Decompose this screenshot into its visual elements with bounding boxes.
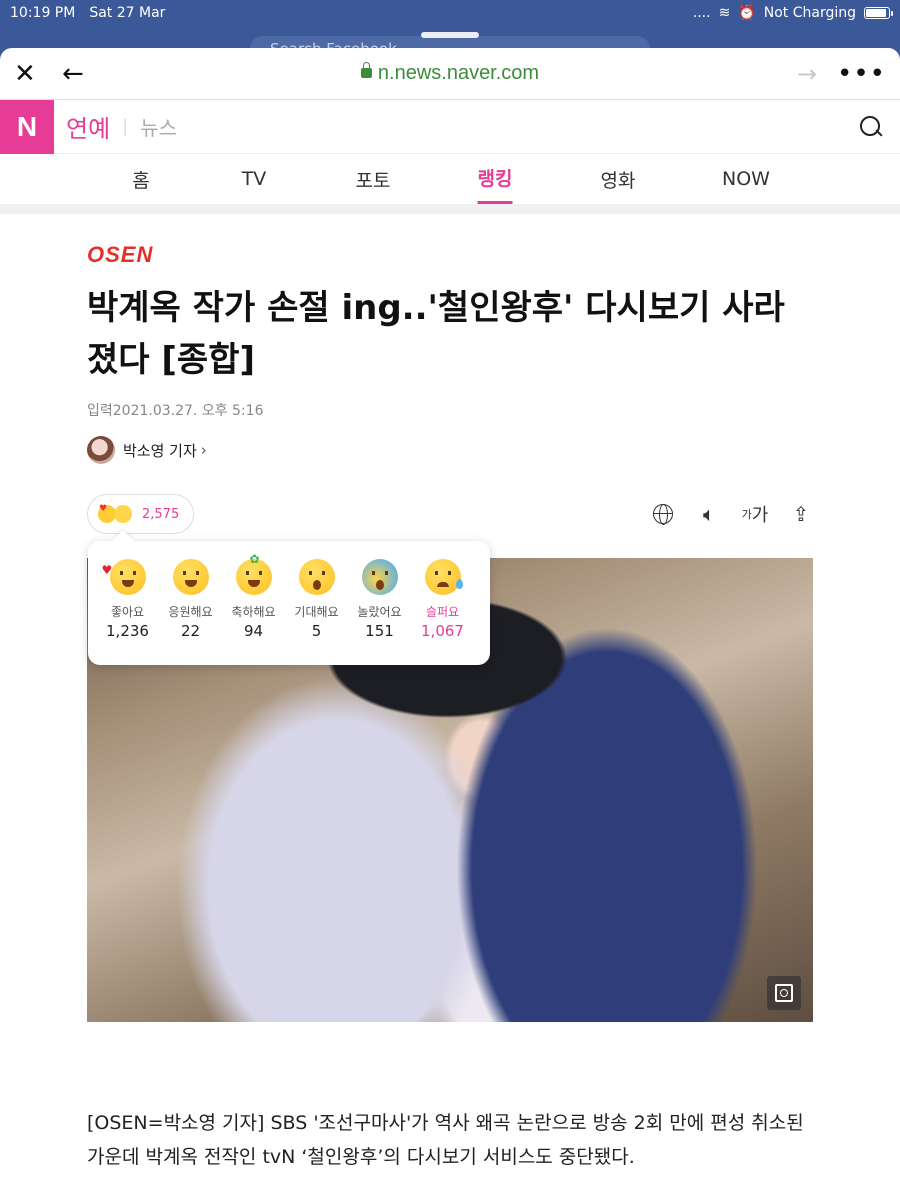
sad-emoji-icon — [114, 505, 132, 523]
body-line-1: [OSEN=박소영 기자] SBS '조선구마사'가 역사 왜곡 논란으로 방송… — [87, 1112, 804, 1134]
reaction-count: 5 — [311, 622, 322, 640]
reaction-label: 축하해요 — [231, 605, 276, 619]
font-size-large-glyph: 가 — [751, 505, 769, 526]
like-emoji-icon: ♥ — [102, 559, 146, 595]
wifi-icon: ≋ — [718, 5, 731, 21]
reaction-label: 기대해요 — [294, 605, 339, 619]
share-icon[interactable]: ⇪ — [789, 502, 813, 526]
naver-logo[interactable]: N — [0, 99, 54, 154]
publish-date: 입력2021.03.27. 오후 5:16 — [87, 400, 813, 420]
tab-now[interactable]: NOW — [722, 154, 770, 204]
lock-icon — [360, 62, 372, 78]
date-label: 입력 — [87, 403, 113, 419]
zoom-icon[interactable] — [767, 976, 801, 1010]
chevron-right-icon: › — [200, 441, 207, 459]
cheer-emoji-icon — [172, 559, 209, 595]
status-time: 10:19 PM — [10, 5, 76, 21]
more-icon[interactable]: ••• — [837, 59, 886, 89]
congrats-emoji-icon: ✿ — [235, 552, 272, 595]
battery-icon — [864, 7, 893, 19]
site-header: N 연예 | 뉴스 — [0, 99, 900, 154]
reaction-total: 2,575 — [142, 506, 180, 522]
news-link[interactable]: 뉴스 — [140, 112, 177, 141]
press-logo[interactable]: OSEN — [87, 242, 813, 268]
date-value: 2021.03.27. 오후 5:16 — [112, 403, 264, 419]
section-title[interactable]: 연예 — [66, 109, 110, 144]
expect-emoji-icon — [298, 559, 335, 595]
signal-dots: .... — [692, 5, 711, 21]
reaction-button[interactable]: 2,575 — [87, 494, 195, 534]
tab-movie[interactable]: 영화 — [601, 154, 636, 204]
title-line-2: 졌다 [종합] — [87, 340, 256, 380]
status-bar: 10:19 PM Sat 27 Mar .... ≋ ⏰ Not Chargin… — [0, 0, 900, 26]
divider: | — [122, 116, 129, 137]
close-icon[interactable]: ✕ — [14, 59, 44, 89]
section-divider — [0, 204, 900, 214]
url-bar: ✕ ← n.news.naver.com → ••• — [0, 48, 900, 100]
tab-home[interactable]: 홈 — [132, 154, 149, 204]
article-toolbar: 2,575 🔈︎ 가가 ⇪ — [87, 494, 813, 534]
alarm-icon: ⏰ — [738, 5, 756, 21]
reaction-count: 94 — [243, 622, 264, 640]
status-date: Sat 27 Mar — [89, 5, 166, 21]
sad-emoji-icon — [424, 559, 463, 595]
search-icon[interactable] — [860, 115, 882, 138]
tab-ranking[interactable]: 랭킹 — [477, 154, 513, 204]
forward-arrow-icon[interactable]: → — [797, 60, 817, 88]
browser-sheet: ✕ ← n.news.naver.com → ••• N 연예 | 뉴스 홈 T… — [0, 48, 900, 1200]
category-tabs: 홈 TV 포토 랭킹 영화 NOW — [0, 154, 900, 204]
author-link[interactable]: 박소영 기자 › — [87, 436, 813, 464]
reaction-cheer[interactable]: 응원해요 22 — [159, 559, 222, 665]
article: OSEN 박계옥 작가 손절 ing..'철인왕후' 다시보기 사라 졌다 [종… — [0, 242, 900, 534]
reaction-count: 22 — [180, 622, 201, 640]
avatar — [87, 436, 115, 464]
author-name: 박소영 기자 — [123, 441, 197, 460]
article-title: 박계옥 작가 손절 ing..'철인왕후' 다시보기 사라 졌다 [종합] — [87, 282, 813, 386]
title-line-1: 박계옥 작가 손절 ing..'철인왕후' 다시보기 사라 — [87, 288, 785, 328]
url-text: n.news.naver.com — [377, 62, 540, 84]
reaction-sad[interactable]: 슬퍼요 1,067 — [411, 559, 474, 665]
reaction-surprised[interactable]: 놀랐어요 151 — [348, 559, 411, 665]
reaction-label: 놀랐어요 — [357, 605, 402, 619]
charging-status: Not Charging — [763, 5, 856, 21]
reaction-label: 응원해요 — [168, 605, 213, 619]
reaction-count: 1,067 — [421, 622, 464, 640]
font-size-small-glyph: 가 — [741, 508, 752, 521]
reaction-count: 1,236 — [106, 622, 149, 640]
speaker-icon[interactable]: 🔈︎ — [697, 502, 721, 526]
tab-tv[interactable]: TV — [242, 154, 267, 204]
reaction-label: 슬퍼요 — [425, 605, 460, 619]
sheet-grabber[interactable] — [421, 32, 479, 38]
reaction-expect[interactable]: 기대해요 5 — [285, 559, 348, 665]
font-size-button[interactable]: 가가 — [741, 502, 769, 526]
reaction-count: 151 — [365, 622, 394, 640]
back-arrow-icon[interactable]: ← — [62, 59, 84, 89]
reaction-congrats[interactable]: ✿ 축하해요 94 — [222, 552, 285, 665]
reaction-popup: ♥ 좋아요 1,236 응원해요 22 ✿ 축하해요 94 기대해요 5 놀랐어… — [88, 541, 490, 665]
tab-photo[interactable]: 포토 — [356, 154, 391, 204]
reaction-like[interactable]: ♥ 좋아요 1,236 — [96, 559, 159, 665]
reaction-label: 좋아요 — [110, 605, 145, 619]
article-body: [OSEN=박소영 기자] SBS '조선구마사'가 역사 왜곡 논란으로 방송… — [87, 1106, 817, 1174]
tool-icons: 🔈︎ 가가 ⇪ — [651, 502, 813, 526]
body-line-2: 가운데 박계옥 전작인 tvN ‘철인왕후’의 다시보기 서비스도 중단됐다. — [87, 1146, 635, 1168]
surprised-emoji-icon — [361, 559, 398, 595]
address-field[interactable]: n.news.naver.com — [0, 62, 900, 85]
translate-globe-icon[interactable] — [651, 502, 675, 526]
